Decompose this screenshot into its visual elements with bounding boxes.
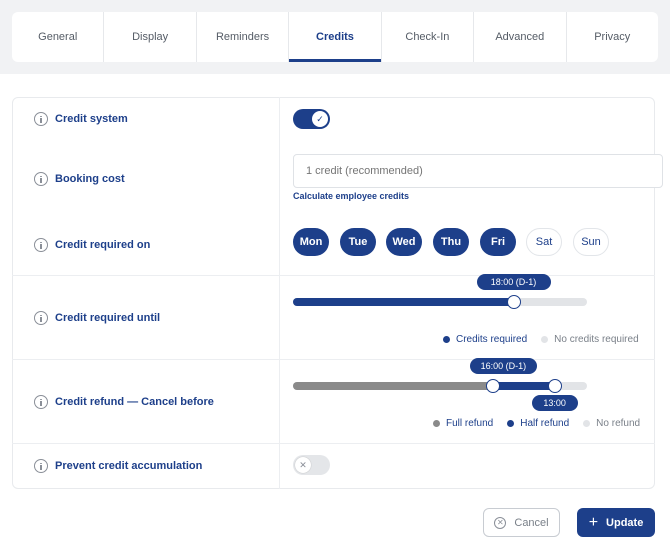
day-fri[interactable]: Fri: [480, 228, 516, 256]
legend-full-refund: Full refund: [433, 418, 493, 429]
credit-required-until-label: Credit required until: [34, 311, 160, 325]
credit-system-label: Credit system: [34, 112, 128, 126]
half-refund-thumb[interactable]: [547, 379, 562, 393]
credit-refund-text: Credit refund — Cancel before: [55, 396, 214, 408]
plus-icon: +: [588, 513, 599, 531]
legend-label: Half refund: [520, 418, 570, 429]
credit-system-text: Credit system: [55, 113, 128, 125]
booking-cost-input[interactable]: [293, 154, 663, 188]
row-divider: [12, 359, 655, 360]
tab-check-in[interactable]: Check-In: [382, 12, 475, 62]
day-mon[interactable]: Mon: [293, 228, 329, 256]
x-icon: ✕: [295, 457, 311, 473]
row-divider: [12, 443, 655, 444]
credit-required-until-text: Credit required until: [55, 312, 161, 324]
credit-refund-label: Credit refund — Cancel before: [34, 395, 214, 409]
full-refund-fill: [293, 382, 493, 390]
legend-credits-required: Credits required: [443, 334, 527, 345]
day-thu[interactable]: Thu: [433, 228, 469, 256]
legend-half-refund: Half refund: [507, 418, 569, 429]
legend-label: Full refund: [446, 418, 494, 429]
column-divider: [279, 97, 280, 489]
check-icon: ✓: [312, 111, 328, 127]
full-refund-thumb[interactable]: [485, 379, 500, 393]
tab-advanced[interactable]: Advanced: [474, 12, 567, 62]
credit-system-toggle[interactable]: ✓: [293, 109, 330, 129]
credit-required-on-label: Credit required on: [34, 238, 150, 252]
legend-label: Credits required: [456, 334, 528, 345]
refund-legend: Full refund Half refund No refund: [433, 418, 640, 429]
day-tue[interactable]: Tue: [340, 228, 376, 256]
legend-no-refund: No refund: [583, 418, 640, 429]
row-divider: [12, 275, 655, 276]
update-button[interactable]: + Update: [577, 508, 655, 537]
info-icon[interactable]: [34, 395, 48, 409]
legend-no-credits-required: No credits required: [541, 334, 639, 345]
required-until-value: 18:00 (D-1): [476, 274, 551, 290]
settings-tabs: General Display Reminders Credits Check-…: [12, 12, 658, 62]
required-until-legend: Credits required No credits required: [443, 334, 639, 345]
day-sat[interactable]: Sat: [526, 228, 562, 256]
info-icon[interactable]: [34, 238, 48, 252]
prevent-accumulation-toggle[interactable]: ✕: [293, 455, 330, 475]
day-sun[interactable]: Sun: [573, 228, 609, 256]
booking-cost-text: Booking cost: [55, 173, 125, 185]
prevent-accumulation-label: Prevent credit accumulation: [34, 459, 202, 473]
cancel-label: Cancel: [514, 516, 549, 529]
legend-label: No refund: [596, 418, 641, 429]
required-until-fill: [293, 298, 514, 306]
x-circle-icon: ✕: [494, 516, 507, 529]
tab-credits[interactable]: Credits: [289, 12, 382, 62]
calculate-credits-link[interactable]: Calculate employee credits: [293, 191, 409, 201]
legend-dot: [433, 420, 440, 427]
legend-dot: [443, 336, 450, 343]
info-icon[interactable]: [34, 311, 48, 325]
info-icon[interactable]: [34, 459, 48, 473]
legend-dot: [541, 336, 549, 343]
tab-privacy[interactable]: Privacy: [567, 12, 658, 62]
tab-display[interactable]: Display: [104, 12, 197, 62]
tab-general[interactable]: General: [12, 12, 105, 62]
legend-label: No credits required: [554, 334, 639, 345]
legend-dot: [507, 420, 515, 427]
full-refund-value: 16:00 (D-1): [469, 358, 537, 374]
update-label: Update: [606, 516, 644, 529]
credit-required-on-text: Credit required on: [55, 239, 151, 251]
day-wed[interactable]: Wed: [386, 228, 422, 256]
legend-dot: [583, 420, 591, 427]
prevent-accumulation-text: Prevent credit accumulation: [55, 460, 203, 472]
half-refund-value: 13:00: [531, 395, 578, 411]
required-until-thumb[interactable]: [506, 295, 521, 309]
info-icon[interactable]: [34, 112, 48, 126]
tab-reminders[interactable]: Reminders: [197, 12, 290, 62]
info-icon[interactable]: [34, 172, 48, 186]
cancel-button[interactable]: ✕ Cancel: [483, 508, 560, 537]
booking-cost-label: Booking cost: [34, 172, 125, 186]
